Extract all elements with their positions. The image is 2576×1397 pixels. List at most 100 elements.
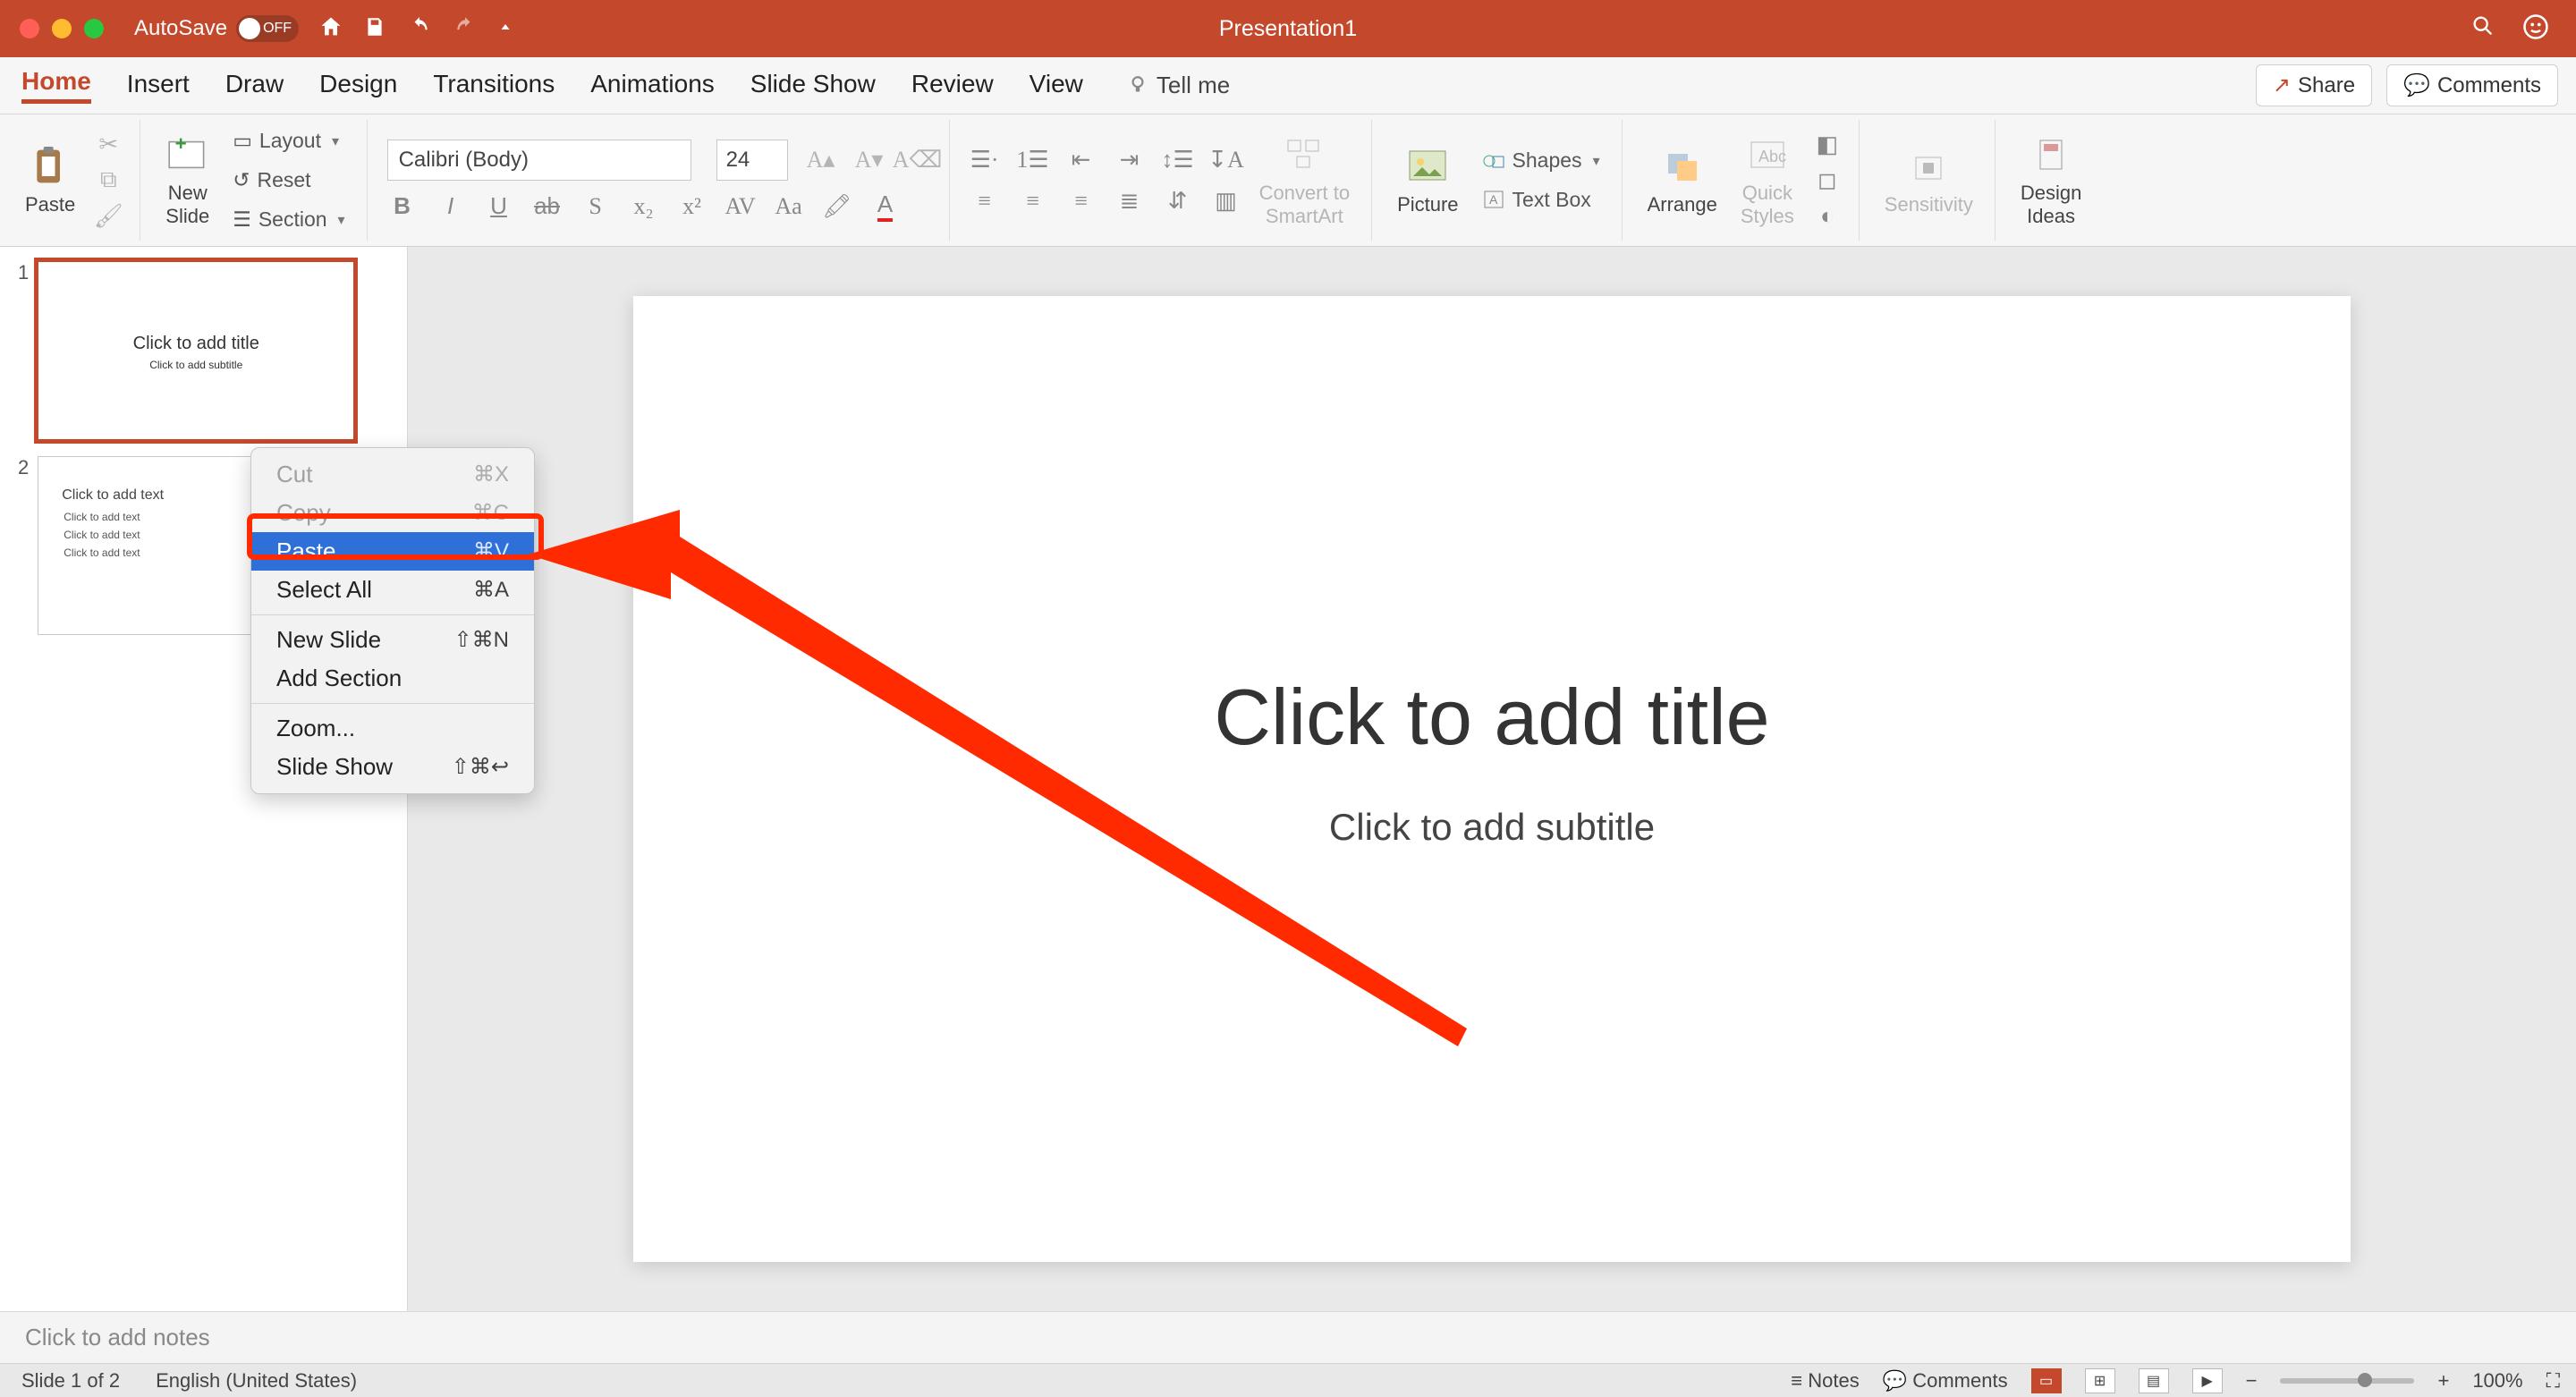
clear-format-icon[interactable]: A⌫ <box>902 145 933 175</box>
account-icon[interactable] <box>2522 13 2549 45</box>
title-placeholder[interactable]: Click to add title <box>633 672 2351 763</box>
increase-indent-icon[interactable]: ⇥ <box>1114 145 1145 175</box>
tab-view[interactable]: View <box>1030 70 1083 102</box>
search-icon[interactable] <box>2470 13 2496 45</box>
font-color-icon[interactable]: A <box>870 191 901 222</box>
decrease-indent-icon[interactable]: ⇤ <box>1066 145 1097 175</box>
ctx-paste[interactable]: Paste⌘V <box>251 532 534 571</box>
window-controls <box>0 19 104 38</box>
bold-icon[interactable]: B <box>387 191 418 222</box>
undo-icon[interactable] <box>406 15 433 43</box>
new-slide-label: New Slide <box>165 182 209 228</box>
tab-insert[interactable]: Insert <box>127 70 190 102</box>
zoom-slider[interactable] <box>2280 1378 2414 1384</box>
zoom-percent[interactable]: 100% <box>2472 1369 2522 1393</box>
home-icon[interactable] <box>318 14 343 44</box>
align-center-icon[interactable]: ≡ <box>1018 186 1048 216</box>
highlight-icon[interactable]: 🖍 <box>822 191 852 222</box>
shape-effects-icon[interactable]: ◐ <box>1812 201 1843 232</box>
autosave-switch[interactable]: OFF <box>236 15 299 42</box>
ctx-zoom[interactable]: Zoom... <box>251 709 534 748</box>
shapes-button[interactable]: Shapes <box>1477 144 1606 178</box>
increase-font-icon[interactable]: A▴ <box>806 145 836 175</box>
char-spacing-icon[interactable]: AV <box>725 191 756 222</box>
shadow-icon[interactable]: S <box>580 191 611 222</box>
arrange-button[interactable]: Arrange <box>1642 145 1723 216</box>
zoom-in-icon[interactable]: + <box>2437 1369 2449 1393</box>
underline-icon[interactable]: U <box>484 191 514 222</box>
line-spacing-icon[interactable]: ↕☰ <box>1163 145 1193 175</box>
paste-button[interactable]: Paste <box>20 145 80 216</box>
align-text-icon[interactable]: ⇵ <box>1163 186 1193 216</box>
close-window-icon[interactable] <box>20 19 39 38</box>
convert-smartart-button[interactable]: Convert to SmartArt <box>1254 133 1356 228</box>
tab-transitions[interactable]: Transitions <box>433 70 555 102</box>
notes-pane[interactable]: Click to add notes <box>0 1311 2576 1363</box>
font-name-select[interactable] <box>387 140 691 181</box>
format-painter-icon[interactable]: 🖌 <box>93 201 123 232</box>
ctx-add-section[interactable]: Add Section <box>251 659 534 698</box>
thumbnail-item[interactable]: 1 Click to add title Click to add subtit… <box>18 261 389 440</box>
align-left-icon[interactable]: ≡ <box>970 186 1000 216</box>
justify-icon[interactable]: ≣ <box>1114 186 1145 216</box>
bullets-icon[interactable]: ☰· <box>970 145 1000 175</box>
ctx-select-all[interactable]: Select All⌘A <box>251 571 534 609</box>
subscript-icon[interactable]: x₂ <box>629 191 659 222</box>
new-slide-button[interactable]: + New Slide <box>160 133 215 228</box>
align-right-icon[interactable]: ≡ <box>1066 186 1097 216</box>
ctx-new-slide[interactable]: New Slide⇧⌘N <box>251 621 534 659</box>
reset-button[interactable]: ↺Reset <box>227 164 350 198</box>
ctx-slide-show[interactable]: Slide Show⇧⌘↩ <box>251 748 534 786</box>
tab-home[interactable]: Home <box>21 67 91 104</box>
share-button[interactable]: ↗Share <box>2256 64 2372 106</box>
copy-icon[interactable]: ⧉ <box>93 165 123 196</box>
font-size-select[interactable] <box>716 140 788 181</box>
numbering-icon[interactable]: 1☰ <box>1018 145 1048 175</box>
text-box-button[interactable]: A Text Box <box>1477 183 1606 217</box>
reading-view-icon[interactable]: ▤ <box>2139 1368 2169 1393</box>
tab-slide-show[interactable]: Slide Show <box>750 70 876 102</box>
save-icon[interactable] <box>363 15 386 43</box>
qat-customize-icon[interactable] <box>497 19 513 39</box>
design-ideas-button[interactable]: Design Ideas <box>2015 133 2087 228</box>
quick-styles-button[interactable]: Abc Quick Styles <box>1735 133 1800 228</box>
zoom-out-icon[interactable]: − <box>2246 1369 2258 1393</box>
tab-review[interactable]: Review <box>911 70 994 102</box>
tell-me-search[interactable]: Tell me <box>1126 72 1230 99</box>
minimize-window-icon[interactable] <box>52 19 72 38</box>
cut-icon[interactable]: ✂ <box>93 130 123 160</box>
slideshow-view-icon[interactable]: ▶ <box>2192 1368 2223 1393</box>
tab-design[interactable]: Design <box>319 70 397 102</box>
fit-to-window-icon[interactable]: ⛶ <box>2546 1369 2560 1393</box>
tab-animations[interactable]: Animations <box>590 70 715 102</box>
slide-indicator[interactable]: Slide 1 of 2 <box>21 1369 120 1393</box>
language-indicator[interactable]: English (United States) <box>156 1369 357 1393</box>
redo-icon[interactable] <box>453 15 478 43</box>
tabs-right: ↗Share 💬Comments <box>2256 64 2558 106</box>
superscript-icon[interactable]: x² <box>677 191 708 222</box>
subtitle-placeholder[interactable]: Click to add subtitle <box>633 806 2351 849</box>
comments-button[interactable]: 💬Comments <box>2386 64 2558 106</box>
comments-toggle[interactable]: 💬 Comments <box>1883 1369 2008 1393</box>
strikethrough-icon[interactable]: ab <box>532 191 563 222</box>
shape-outline-icon[interactable]: ◻ <box>1812 165 1843 196</box>
slide-canvas[interactable]: Click to add title Click to add subtitle <box>633 296 2351 1262</box>
decrease-font-icon[interactable]: A▾ <box>854 145 885 175</box>
tab-draw[interactable]: Draw <box>225 70 284 102</box>
notes-toggle[interactable]: ≡ Notes <box>1791 1369 1859 1393</box>
layout-button[interactable]: ▭Layout <box>227 124 350 158</box>
slide-canvas-area[interactable]: Click to add title Click to add subtitle <box>408 247 2576 1311</box>
sorter-view-icon[interactable]: ⊞ <box>2085 1368 2115 1393</box>
maximize-window-icon[interactable] <box>84 19 104 38</box>
section-button[interactable]: ☰Section <box>227 203 350 237</box>
italic-icon[interactable]: I <box>436 191 466 222</box>
thumbnail-slide-1[interactable]: Click to add title Click to add subtitle <box>38 261 354 440</box>
autosave-toggle[interactable]: AutoSave OFF <box>134 15 299 42</box>
sensitivity-button[interactable]: Sensitivity <box>1879 145 1979 216</box>
picture-button[interactable]: Picture <box>1392 145 1463 216</box>
shape-fill-icon[interactable]: ◧ <box>1812 130 1843 160</box>
change-case-icon[interactable]: Aa <box>774 191 804 222</box>
normal-view-icon[interactable]: ▭ <box>2031 1368 2062 1393</box>
text-direction-icon[interactable]: ↧A <box>1211 145 1241 175</box>
columns-icon[interactable]: ▥ <box>1211 186 1241 216</box>
